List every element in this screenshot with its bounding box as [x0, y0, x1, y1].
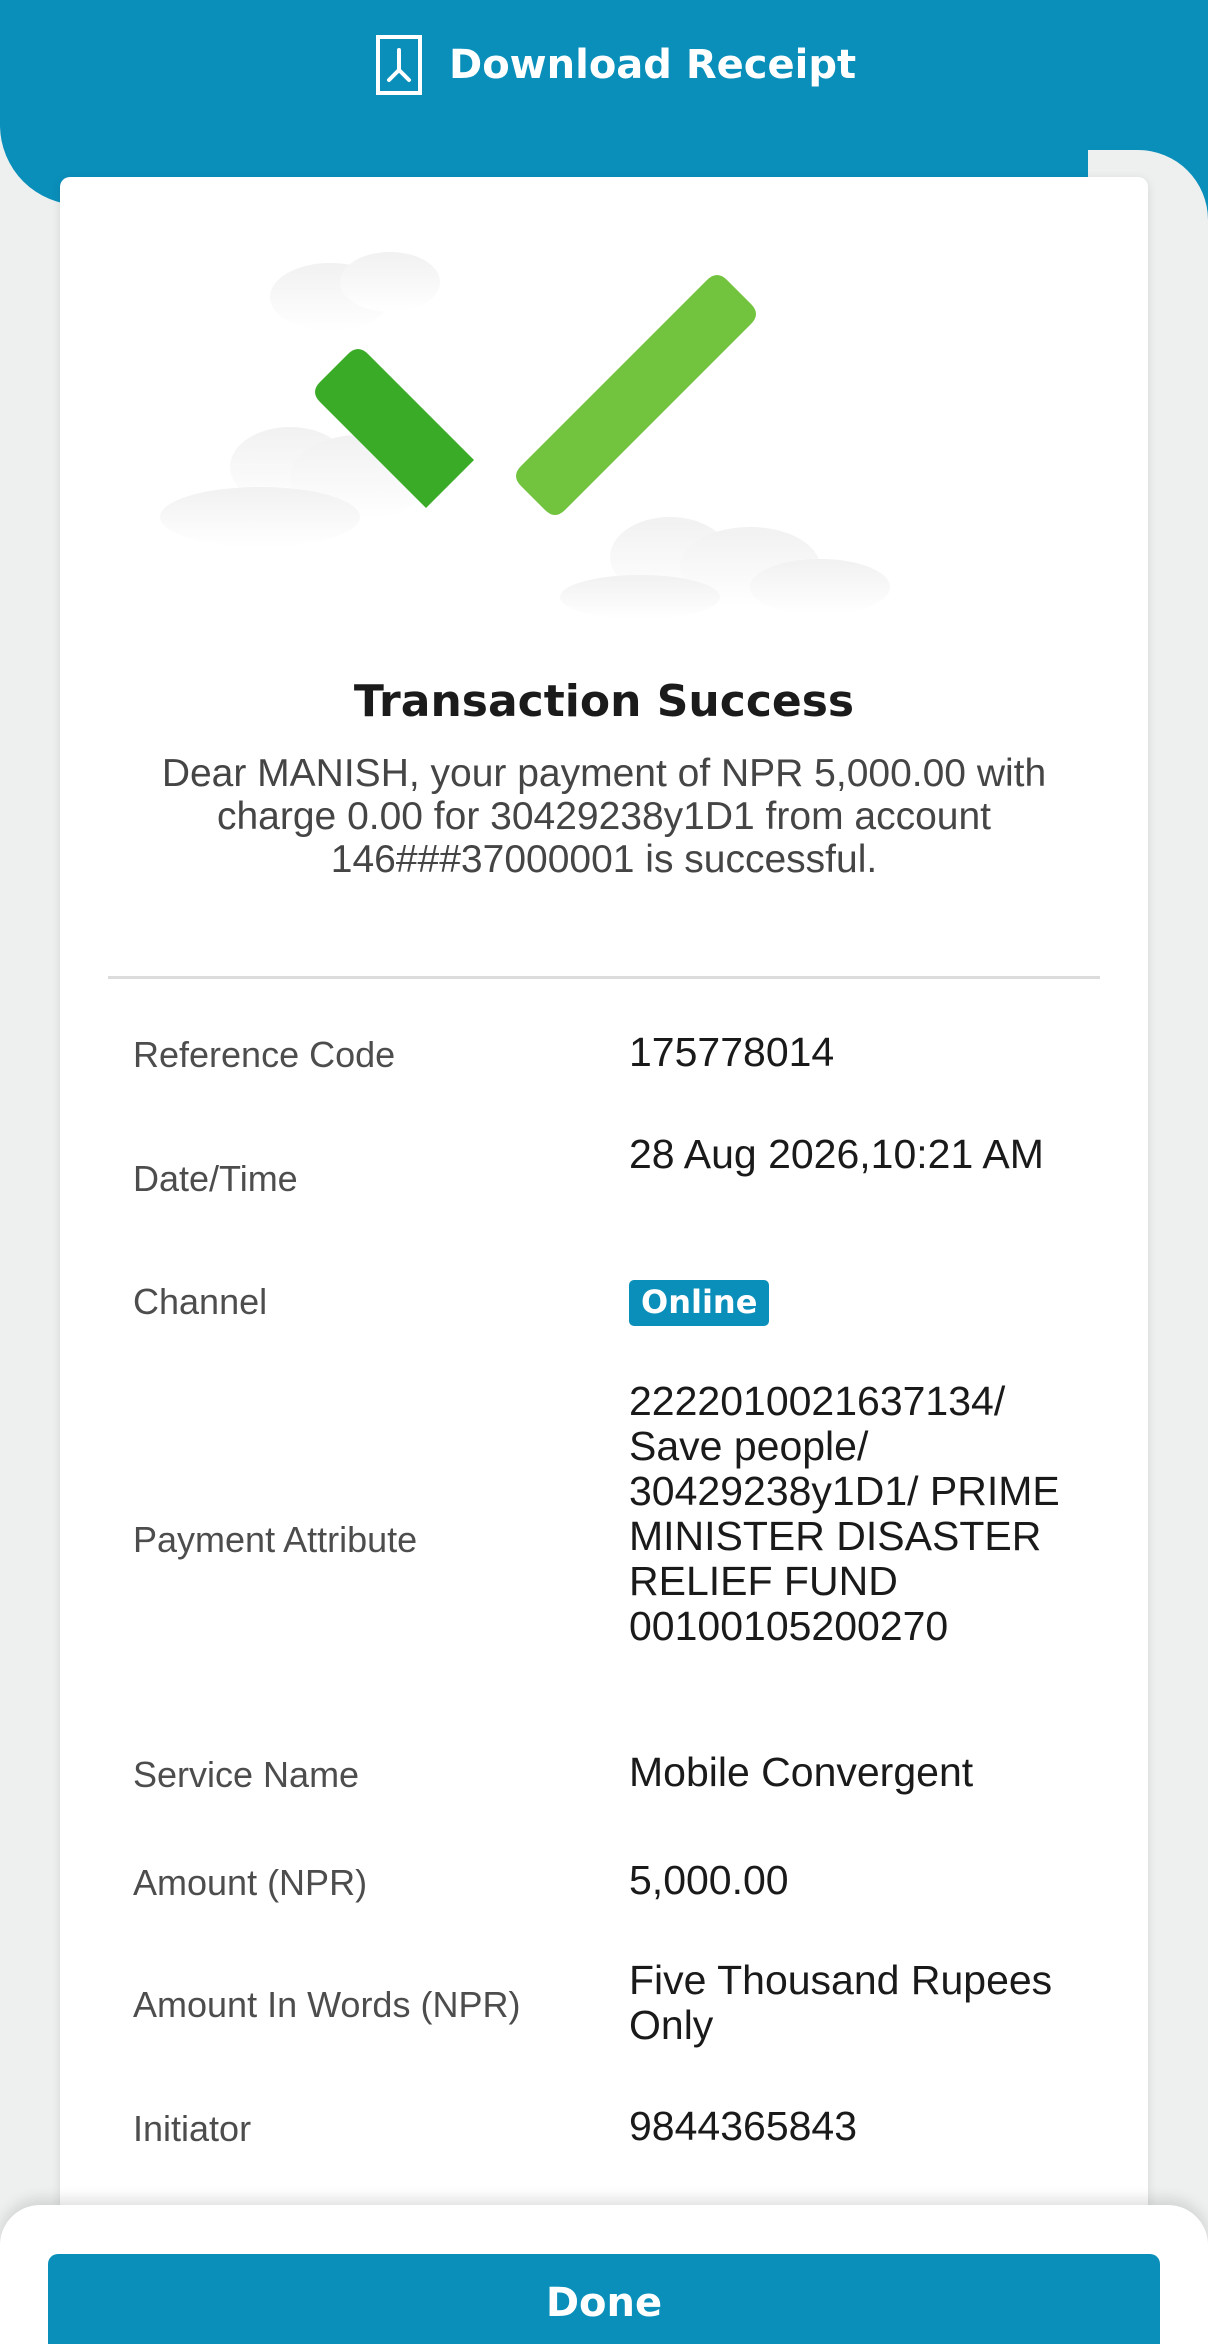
download-receipt-label: Download Receipt: [449, 42, 857, 88]
detail-value: 28 Aug 2026,10:21 AM: [629, 1131, 1044, 1177]
detail-label: Service Name: [133, 1754, 360, 1795]
divider: [108, 976, 1100, 979]
detail-value: 5,000.00: [629, 1857, 789, 1903]
detail-label: Payment Attribute: [133, 1519, 418, 1560]
pdf-document-icon: [376, 35, 422, 95]
detail-label: Amount (NPR): [133, 1862, 368, 1903]
transaction-status-title: Transaction Success: [353, 676, 855, 727]
detail-label: Date/Time: [133, 1158, 298, 1199]
detail-value: 2222010021637134/ Save people/ 30429238y…: [629, 1378, 1060, 1649]
detail-value: Five Thousand Rupees Only: [629, 1957, 1053, 2048]
done-button[interactable]: Done: [48, 2254, 1160, 2344]
download-receipt-button[interactable]: Download Receipt: [375, 30, 856, 100]
detail-label: Amount In Words (NPR): [133, 1984, 521, 2025]
detail-value: Mobile Convergent: [629, 1749, 974, 1795]
detail-label: Channel: [133, 1281, 268, 1322]
detail-label: Reference Code: [133, 1034, 396, 1075]
cloud-right: [560, 517, 890, 619]
checkmark-success-icon: [160, 252, 890, 619]
detail-label: Initiator: [133, 2108, 252, 2149]
channel-badge: Online: [629, 1280, 770, 1326]
transaction-status-message: Dear MANISH, your payment of NPR 5,000.0…: [161, 752, 1047, 881]
detail-value: 175778014: [629, 1029, 835, 1075]
detail-value: 9844365843: [629, 2103, 858, 2149]
